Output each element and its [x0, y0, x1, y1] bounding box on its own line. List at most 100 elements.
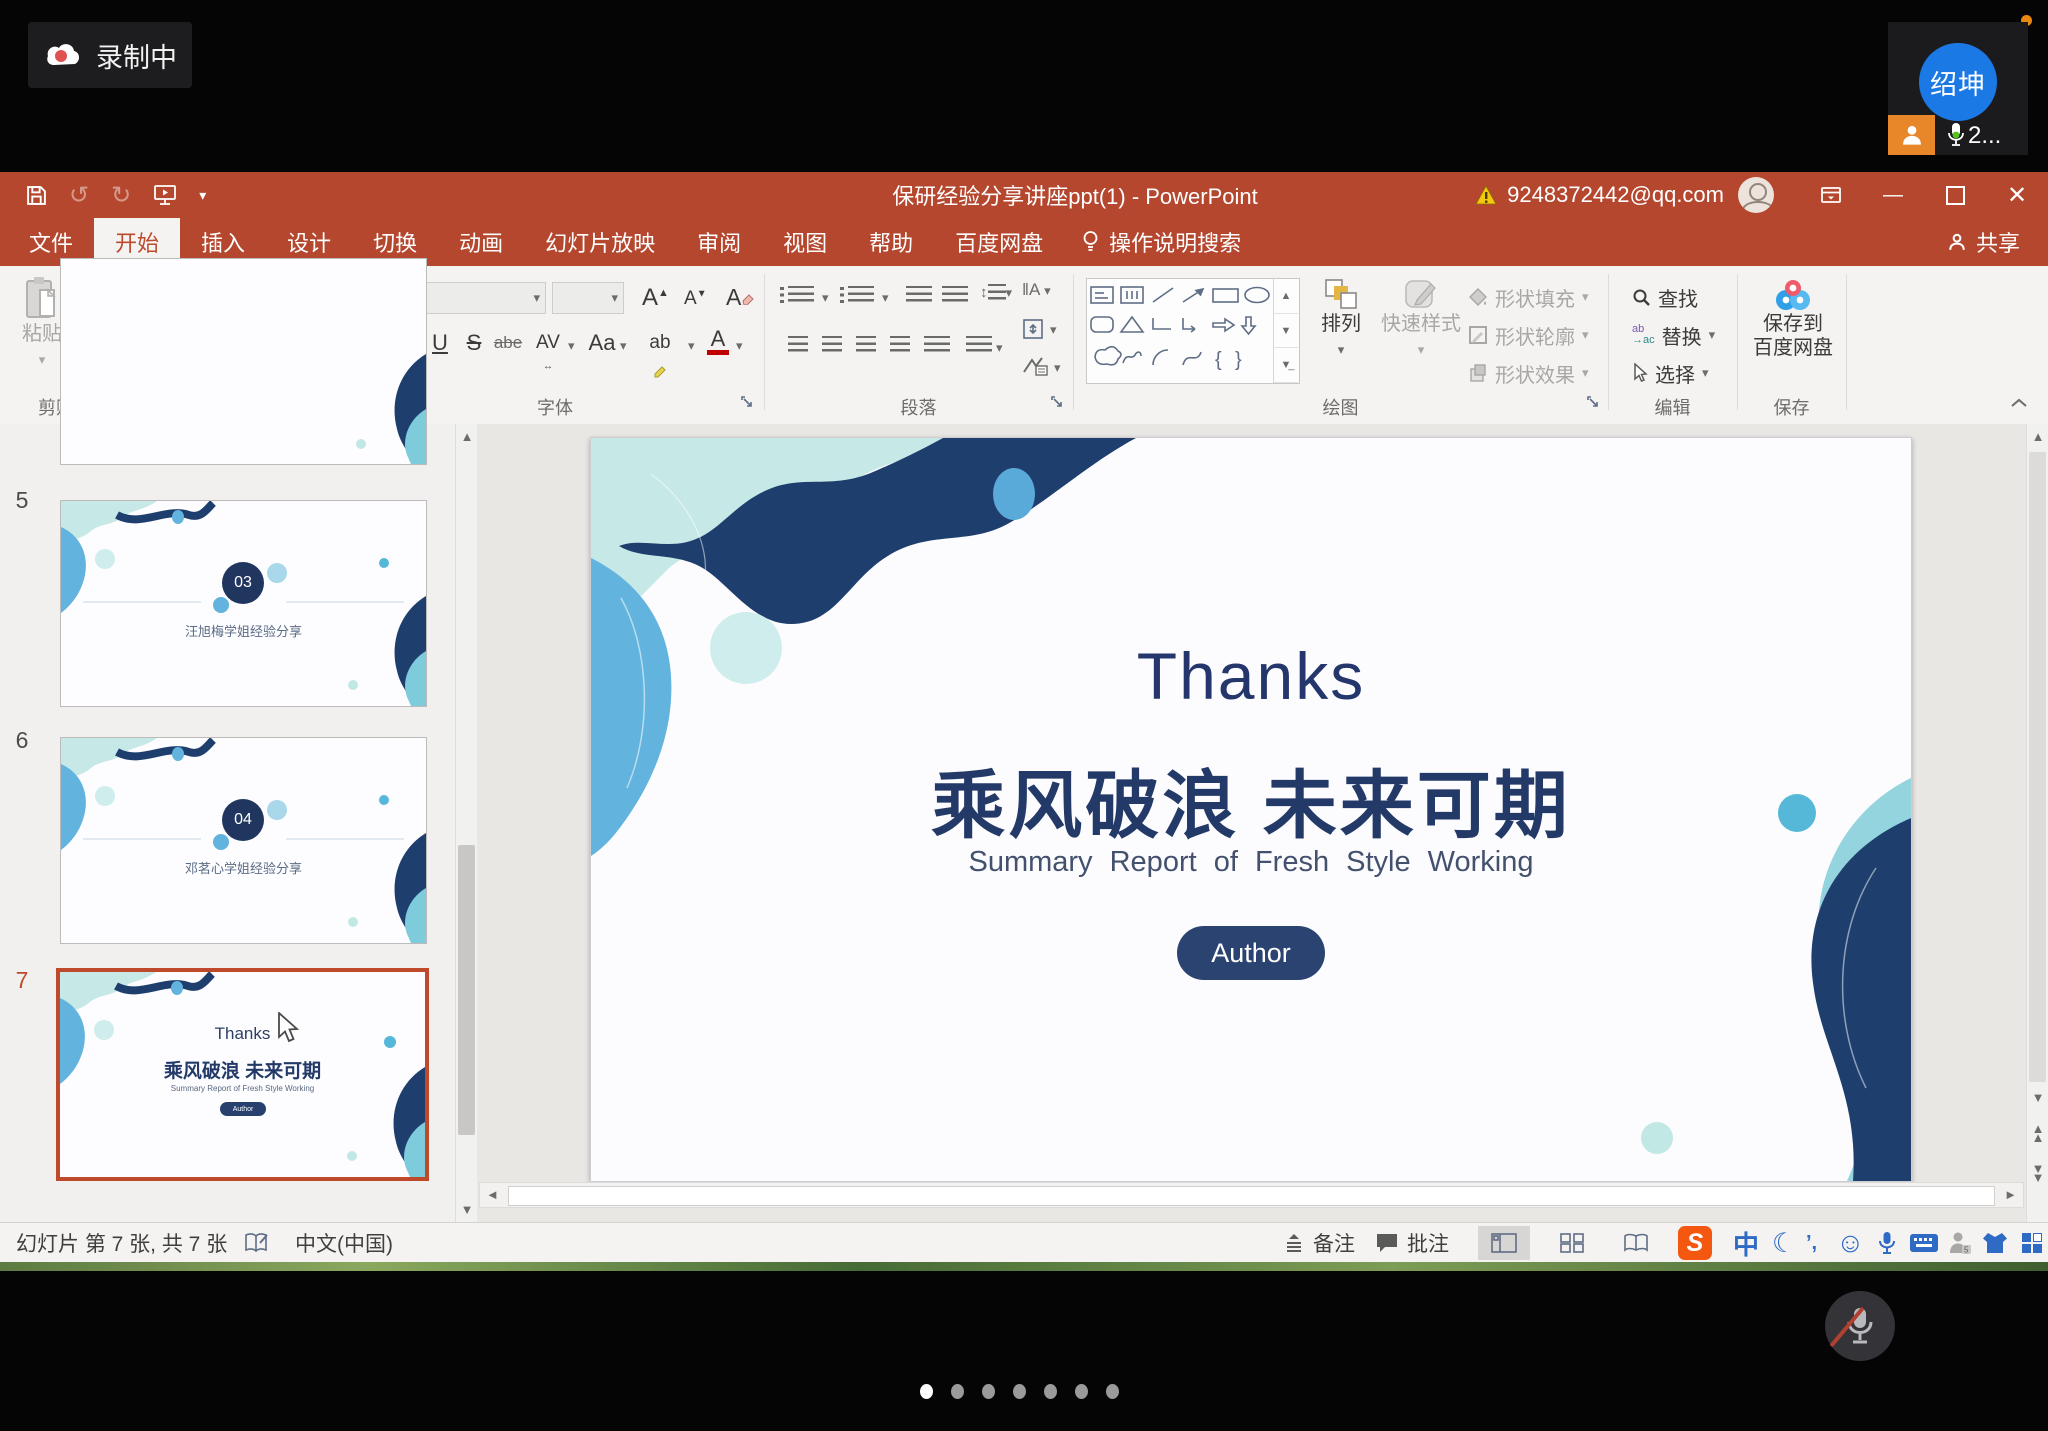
text-shadow-button[interactable]: abe	[492, 328, 524, 358]
slide-sorter-view-button[interactable]	[1546, 1226, 1598, 1260]
ime-skin-shirt-icon[interactable]	[1982, 1232, 2008, 1254]
thumbnail-slide-7-selected[interactable]: Thanks 乘风破浪 未来可期 Summary Report of Fresh…	[56, 968, 429, 1181]
font-size-combobox[interactable]: ▾	[552, 282, 624, 314]
align-right-button[interactable]	[856, 336, 876, 356]
carousel-dot[interactable]	[920, 1384, 933, 1399]
current-slide[interactable]: Thanks 乘风破浪 未来可期 Summary Report of Fresh…	[590, 437, 1912, 1182]
align-text-dropdown[interactable]: ▾	[1050, 322, 1057, 338]
slide-headline[interactable]: 乘风破浪 未来可期	[591, 746, 1911, 853]
thumbnail-slide-6[interactable]: 04 邓茗心学姐经验分享	[60, 737, 427, 944]
save-icon[interactable]	[26, 185, 47, 206]
highlight-color-button[interactable]: ab	[644, 328, 676, 358]
carousel-dot[interactable]	[951, 1384, 964, 1399]
slide-subtitle[interactable]: Summary Report of Fresh Style Working	[591, 846, 1911, 879]
quick-styles-button[interactable]: 快速样式▾	[1378, 278, 1464, 362]
tab-slideshow[interactable]: 幻灯片放映	[524, 218, 676, 266]
font-dialog-launcher[interactable]	[740, 395, 756, 411]
participant-video-tile[interactable]: 绍坤 2...	[1888, 22, 2028, 155]
sogou-ime-icon[interactable]: S	[1678, 1226, 1712, 1260]
horizontal-scrollbar[interactable]: ◄ ►	[479, 1182, 2024, 1208]
account-email[interactable]: 9248372442@qq.com	[1507, 182, 1724, 208]
tell-me-search[interactable]: 操作说明搜索	[1064, 218, 1259, 266]
arrange-button[interactable]: 排列▾	[1312, 278, 1370, 362]
bullets-dropdown[interactable]: ▾	[822, 290, 829, 306]
close-button[interactable]: ✕	[1986, 172, 2048, 218]
shrink-font-button[interactable]: A▼	[684, 288, 707, 310]
strikethrough-button[interactable]: S	[458, 328, 490, 358]
ime-language-icon[interactable]: 中	[1733, 1223, 1759, 1263]
normal-view-button[interactable]	[1478, 1226, 1530, 1260]
thumbnail-scroll-down-icon[interactable]: ▼	[456, 1202, 478, 1217]
shapes-gallery-scroll[interactable]: ▲▼▼̲	[1273, 279, 1298, 383]
thumbnail-scrollbar-thumb[interactable]	[458, 845, 475, 1135]
shape-fill-button[interactable]: 形状填充▾	[1468, 280, 1589, 314]
account-avatar[interactable]	[1738, 177, 1774, 213]
character-spacing-dropdown[interactable]: ▾	[568, 338, 575, 354]
previous-slide-button[interactable]: ▲▲	[2027, 1124, 2048, 1142]
comments-button[interactable]: 批注	[1375, 1223, 1449, 1263]
horizontal-scrollbar-thumb[interactable]	[508, 1186, 1995, 1206]
decrease-indent-button[interactable]	[906, 286, 932, 306]
align-center-button[interactable]	[822, 336, 842, 356]
smartart-button[interactable]	[1022, 356, 1048, 376]
scroll-right-icon[interactable]: ►	[2004, 1187, 2017, 1202]
paragraph-dialog-launcher[interactable]	[1050, 395, 1066, 411]
shape-outline-button[interactable]: 形状轮廓▾	[1468, 318, 1589, 352]
redo-icon[interactable]: ↻	[111, 181, 131, 210]
increase-indent-button[interactable]	[942, 286, 968, 306]
thumbnail-scrollbar[interactable]: ▲ ▼	[455, 424, 478, 1222]
scroll-left-icon[interactable]: ◄	[486, 1187, 499, 1202]
grow-font-button[interactable]: A▲	[642, 284, 669, 312]
spellcheck-icon[interactable]	[243, 1223, 269, 1263]
slide-scrollbar-thumb[interactable]	[2029, 452, 2046, 1082]
ribbon-display-options-button[interactable]	[1800, 172, 1862, 218]
qat-customize-icon[interactable]: ▾	[199, 187, 206, 204]
change-case-button[interactable]: Aa	[586, 328, 618, 358]
carousel-dot[interactable]	[982, 1384, 995, 1399]
tab-view[interactable]: 视图	[762, 218, 848, 266]
carousel-dot[interactable]	[1044, 1384, 1057, 1399]
notes-button[interactable]: 备注	[1283, 1223, 1355, 1263]
carousel-dot[interactable]	[1013, 1384, 1026, 1399]
reading-view-button[interactable]	[1610, 1226, 1662, 1260]
align-text-button[interactable]	[1022, 318, 1044, 340]
replace-button[interactable]: ab→ac 替换▾	[1632, 318, 1715, 352]
smartart-dropdown[interactable]: ▾	[1054, 360, 1061, 376]
tab-help[interactable]: 帮助	[848, 218, 934, 266]
next-slide-button[interactable]: ▼▼	[2027, 1164, 2048, 1182]
slide-vertical-scrollbar[interactable]: ▲ ▼ ▲▲ ▼▼	[2026, 424, 2048, 1222]
highlight-dropdown[interactable]: ▾	[688, 338, 695, 354]
character-spacing-button[interactable]: AV↔	[532, 328, 564, 358]
collapse-ribbon-button[interactable]	[2010, 398, 2028, 408]
tab-baidu-netdisk[interactable]: 百度网盘	[934, 218, 1064, 266]
tab-review[interactable]: 审阅	[676, 218, 762, 266]
underline-button[interactable]: U	[424, 328, 456, 358]
thumbnail-scroll-up-icon[interactable]: ▲	[456, 429, 478, 444]
ime-emoji-icon[interactable]: ☺	[1836, 1223, 1865, 1263]
start-slideshow-icon[interactable]	[153, 184, 177, 206]
columns-button[interactable]	[966, 336, 992, 356]
warning-icon[interactable]	[1475, 185, 1497, 205]
slide-author-pill[interactable]: Author	[1177, 926, 1325, 980]
find-button[interactable]: 查找	[1632, 280, 1698, 314]
ime-punctuation-icon[interactable]: ’,	[1806, 1223, 1817, 1263]
text-direction-button[interactable]: ‖A ▾	[1022, 280, 1051, 300]
bullets-button[interactable]	[788, 286, 814, 306]
microphone-muted-button[interactable]	[1825, 1291, 1895, 1361]
shapes-gallery[interactable]: {} ▲▼▼̲	[1086, 278, 1300, 384]
clear-formatting-button[interactable]: A	[726, 284, 754, 311]
slide-scroll-down-icon[interactable]: ▼	[2027, 1090, 2048, 1105]
ime-skin-person-icon[interactable]: 5	[1948, 1231, 1972, 1255]
select-button[interactable]: 选择▾	[1632, 356, 1709, 390]
align-left-button[interactable]	[788, 336, 808, 356]
carousel-dot[interactable]	[1075, 1384, 1088, 1399]
restore-button[interactable]	[1924, 172, 1986, 218]
save-to-baidu-button[interactable]: 保存到 百度网盘	[1748, 278, 1838, 360]
font-color-button[interactable]: A	[702, 328, 734, 358]
drawing-dialog-launcher[interactable]	[1586, 395, 1602, 411]
tab-animations[interactable]: 动画	[438, 218, 524, 266]
carousel-dot[interactable]	[1106, 1384, 1119, 1399]
ime-keyboard-icon[interactable]	[1910, 1234, 1938, 1252]
slide-scroll-up-icon[interactable]: ▲	[2027, 429, 2048, 444]
thumbnail-slide-5[interactable]: 03 汪旭梅学姐经验分享	[60, 500, 427, 707]
